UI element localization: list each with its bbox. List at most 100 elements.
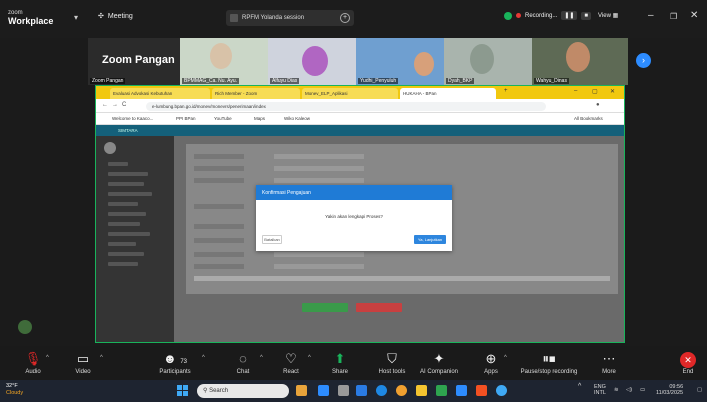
sparkle-icon: ✦ — [433, 351, 445, 366]
wifi-icon[interactable]: ≋ — [614, 387, 619, 393]
language-indicator[interactable]: ENG INTL — [594, 384, 606, 396]
browser-tab[interactable]: Evaluasi Advokasi Kebutuhan — [110, 88, 210, 99]
ai-companion-button[interactable]: ✦ AI Companion — [416, 350, 462, 375]
sidebar-item[interactable] — [108, 212, 146, 216]
sidebar-item[interactable] — [108, 252, 144, 256]
bookmark-item[interactable]: Welcome to Kaaco... — [112, 116, 153, 121]
taskbar-app-icon[interactable] — [356, 385, 367, 396]
close-icon[interactable]: ✕ — [610, 88, 615, 95]
chevron-up-icon[interactable]: ^ — [202, 355, 205, 361]
participants-icon: ☻ — [163, 351, 177, 366]
participant-tile[interactable]: BPMMAG_Ca. Nu. Ayu. — [180, 38, 268, 85]
view-menu[interactable]: View ▦ — [598, 12, 618, 19]
confirm-button[interactable]: Ya, Lanjutkan — [414, 235, 446, 244]
browser-tab[interactable]: Rich Member - Zoom — [212, 88, 300, 99]
sidebar-item[interactable] — [108, 262, 138, 266]
taskbar-search[interactable]: ⚲ Search — [197, 384, 289, 398]
sidebar-item[interactable] — [108, 192, 152, 196]
browser-tab-active[interactable]: HUKAHA - BPan — [400, 88, 496, 99]
chevron-down-icon[interactable]: ▾ — [74, 13, 78, 22]
zoom-title-bar: zoom Workplace ▾ ✣ Meeting RPFM Yolanda … — [0, 0, 707, 38]
more-icon: ⋯ — [602, 351, 616, 366]
weather-widget[interactable]: 32°F Cloudy — [6, 383, 23, 397]
browser-tab[interactable]: Monev_ELP_Aplikasi — [302, 88, 398, 99]
taskbar-app-icon[interactable] — [396, 385, 407, 396]
add-icon[interactable]: + — [340, 13, 350, 23]
minimize-icon[interactable]: – — [648, 10, 654, 21]
taskbar-app-icon[interactable] — [376, 385, 387, 396]
taskbar-app-icon[interactable] — [296, 385, 307, 396]
pause-recording-icon[interactable]: ❚❚ — [561, 11, 578, 20]
battery-icon[interactable]: ▭ — [640, 387, 645, 393]
bookmark-item[interactable]: Wiko Kaleow — [284, 116, 310, 121]
sidebar-item[interactable] — [108, 162, 128, 166]
taskbar-app-icon[interactable] — [456, 385, 467, 396]
grid-icon: ▦ — [612, 13, 619, 19]
bookmark-item[interactable]: YouTube — [214, 116, 232, 121]
maximize-icon[interactable]: ❐ — [670, 12, 677, 21]
meeting-menu[interactable]: ✣ Meeting — [98, 12, 133, 21]
video-button[interactable]: ▭ Video — [70, 350, 96, 375]
chevron-up-icon[interactable]: ^ — [100, 355, 103, 361]
search-placeholder: Search — [209, 388, 229, 394]
volume-icon[interactable]: ◁) — [626, 387, 632, 393]
participant-tile[interactable]: Yudhi_Penyuluh — [356, 38, 444, 85]
all-bookmarks[interactable]: All Bookmarks — [574, 116, 603, 121]
next-page-icon[interactable]: › — [636, 53, 651, 68]
taskbar-app-icon[interactable] — [496, 385, 507, 396]
participant-tile[interactable]: Dyah_BKP — [444, 38, 532, 85]
apps-button[interactable]: ⊕ Apps — [478, 350, 504, 375]
participant-tile[interactable]: Alfuyu Dias — [268, 38, 356, 85]
sidebar-item[interactable] — [108, 172, 148, 176]
cancel-button[interactable]: Batalkan — [262, 235, 282, 244]
maximize-icon[interactable]: ▢ — [592, 88, 598, 95]
sidebar-item[interactable] — [108, 182, 144, 186]
participant-label: Dyah_BKP — [446, 78, 475, 84]
windows-start-icon[interactable] — [177, 385, 188, 396]
sidebar-item[interactable] — [108, 202, 138, 206]
notification-icon[interactable]: ▢ — [697, 387, 702, 393]
browser-nav-icons[interactable]: ←→C — [102, 102, 130, 108]
sidebar-item[interactable] — [108, 222, 140, 226]
chevron-up-icon[interactable]: ^ — [46, 355, 49, 361]
taskbar-app-icon[interactable] — [436, 385, 447, 396]
chat-button[interactable]: ◌ Chat — [230, 350, 256, 375]
taskbar-app-icon[interactable] — [476, 385, 487, 396]
search-icon: ⚲ — [203, 388, 208, 394]
encryption-icon — [504, 11, 512, 20]
close-icon[interactable]: ✕ — [690, 10, 698, 21]
chevron-up-icon[interactable]: ^ — [504, 355, 507, 361]
pause-recording-button[interactable]: ⏸⏹ Pause/stop recording — [512, 350, 586, 375]
taskbar-app-icon[interactable] — [416, 385, 427, 396]
taskbar-app-icon[interactable] — [318, 385, 329, 396]
stop-recording-icon[interactable]: ■ — [581, 11, 592, 20]
share-button[interactable]: ⬆ Share — [326, 350, 354, 375]
end-button[interactable]: ✕ End — [676, 350, 700, 375]
web-page: SIMTARA Konfirmasi Pengajuan Yakin akan … — [96, 125, 624, 342]
taskbar-app-icon[interactable] — [338, 385, 349, 396]
host-tools-button[interactable]: ⛉ Host tools — [372, 350, 412, 375]
bookmark-item[interactable]: Maps — [254, 116, 265, 121]
profile-icon[interactable]: ● — [596, 102, 600, 108]
participant-tile[interactable]: Wahyu_Dinas — [532, 38, 628, 85]
chevron-up-icon[interactable]: ^ — [260, 355, 263, 361]
secondary-action-button[interactable] — [356, 303, 402, 312]
chevron-up-icon[interactable]: ^ — [578, 383, 581, 390]
end-label: End — [682, 369, 694, 375]
participants-button[interactable]: ☻ 73 Participants — [150, 350, 200, 375]
more-button[interactable]: ⋯ More — [596, 350, 622, 375]
url-input[interactable]: e-lumbung.bpan.go.id/monev/monevrs/pener… — [146, 102, 546, 111]
sidebar-item[interactable] — [108, 242, 136, 246]
meeting-info-pill[interactable]: RPFM Yolanda session + — [226, 10, 354, 26]
react-button[interactable]: ♡ React — [278, 350, 304, 375]
audio-button[interactable]: 🎙 Audio — [20, 350, 46, 375]
self-view-icon[interactable] — [18, 320, 32, 334]
new-tab-icon[interactable]: + — [504, 88, 508, 94]
primary-action-button[interactable] — [302, 303, 348, 312]
bookmark-item[interactable]: PPI BPan — [176, 116, 196, 121]
sidebar-item[interactable] — [108, 232, 150, 236]
clock[interactable]: 09:56 11/03/2025 — [656, 384, 683, 396]
chevron-up-icon[interactable]: ^ — [308, 355, 311, 361]
participant-tile-name[interactable]: Zoom Pangan Zoom Pangan — [88, 38, 180, 85]
minimize-icon[interactable]: – — [574, 88, 577, 94]
